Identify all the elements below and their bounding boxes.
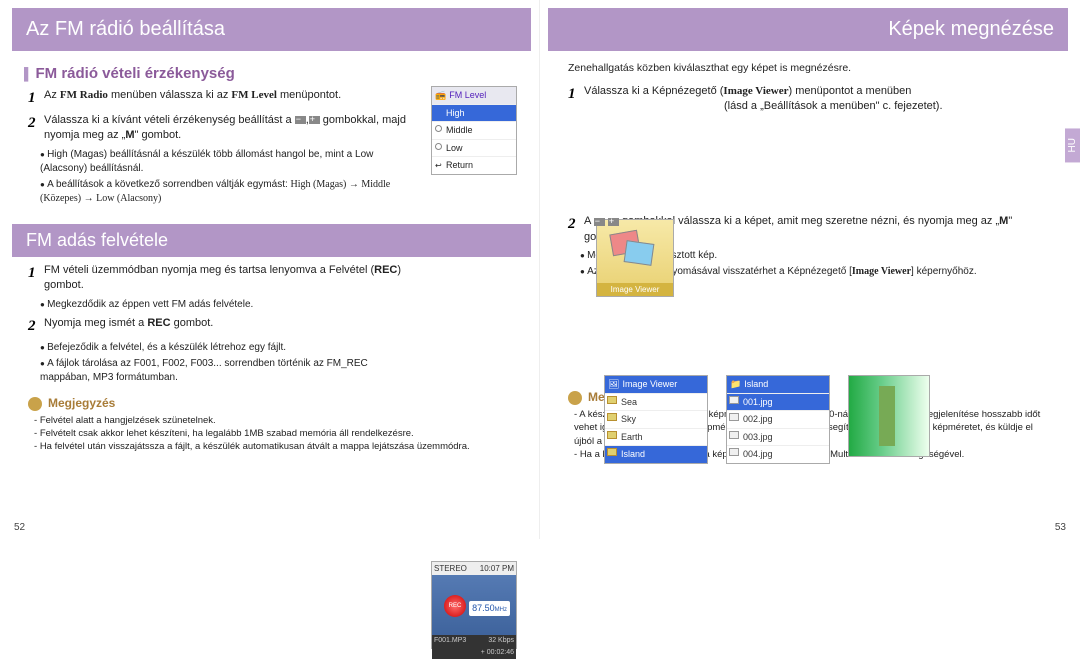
step-number: 1 [28, 88, 44, 109]
rec-freq: 87.50MHz [469, 601, 510, 616]
recording-screen: STEREO 10:07 PM REC 87.50MHz F001.MP3 32 K… [431, 561, 517, 649]
file-icon [729, 431, 739, 439]
bullet: High (Magas) beállításnál a készülék töb… [40, 148, 419, 176]
stereo-label: STEREO [434, 563, 467, 574]
browser-folders: 🖼Image Viewer Sea Sky Earth Island [604, 375, 708, 464]
step-text: Válassza ki a Képnézegető (Image Viewer)… [584, 84, 1050, 115]
folder-row: Sea [605, 393, 707, 411]
step-number: 2 [28, 316, 44, 337]
radio-dot-icon [435, 125, 442, 132]
rec-step-1: 1 FM vételi üzemmódban nyomja meg és tar… [28, 263, 519, 294]
step-number: 2 [568, 214, 584, 245]
bullet: A fájlok tárolása az F001, F002, F003...… [40, 357, 419, 385]
title-left: Az FM rádió beállítása [8, 8, 531, 51]
bullet: Befejeződik a felvétel, és a készülék lé… [40, 341, 419, 355]
note-item: Felvétel alatt a hangjelzések szünetelne… [34, 414, 519, 427]
rec-footer: F001.MP3 32 Kbps [432, 635, 516, 647]
subtitle-fm-record: FM adás felvétele [8, 224, 531, 257]
file-icon [729, 448, 739, 456]
rec-elapsed-row: + 00:02:46 [432, 647, 516, 659]
section-fm-sensitivity: FM rádió vételi érzékenység [0, 59, 539, 86]
return-icon: ↩ [435, 160, 442, 171]
minus-key-icon [594, 218, 605, 226]
folder-row-selected: Island [605, 445, 707, 463]
screen-title: FM Level [449, 89, 486, 102]
screen-header: 📻FM Level [432, 87, 516, 104]
img-step-1: 1 Válassza ki a Képnézegető (Image Viewe… [568, 84, 1050, 115]
rec-body: REC 87.50MHz [432, 575, 516, 635]
folder-icon: 📁 [730, 378, 741, 391]
page-number-left: 52 [14, 522, 25, 533]
rec-file: F001.MP3 [434, 636, 466, 646]
rec-kbps: 32 Kbps [488, 636, 514, 646]
page-number-right: 53 [1055, 522, 1066, 533]
note-list: Felvétel alatt a hangjelzések szünetelne… [28, 414, 519, 454]
opt-middle: Middle [432, 121, 516, 139]
bullets: Megkezdődik az éppen vett FM adás felvét… [28, 298, 519, 312]
opt-label: High [446, 108, 465, 118]
bullet: Megkezdődik az éppen vett FM adás felvét… [40, 298, 419, 312]
folder-row: Sky [605, 410, 707, 428]
plus-key-icon [608, 218, 619, 226]
intro-text: Zenehallgatás közben kiválaszthat egy ké… [568, 61, 1050, 76]
note-label: Megjegyzés [48, 395, 115, 412]
clock-label: 10:07 PM [480, 563, 514, 574]
folder-row: Earth [605, 428, 707, 446]
file-icon [729, 413, 739, 421]
plus-key-icon [309, 116, 320, 124]
folder-icon [607, 431, 617, 439]
minus-key-icon [295, 116, 306, 124]
content-fm-record: STEREO10:07 PM REC 87.50MHz F001.MP332 K… [0, 261, 539, 453]
rec-top-bar: STEREO 10:07 PM [432, 562, 516, 575]
rec-step-2: 2 Nyomja meg ismét a REC gombot. [28, 316, 519, 337]
browser-header: 📁Island [727, 376, 829, 393]
radio-icon: 📻 [435, 89, 446, 102]
opt-label: Middle [446, 125, 473, 135]
opt-return: ↩ Return [432, 156, 516, 174]
browser-title: Island [744, 378, 768, 391]
folder-icon [607, 413, 617, 421]
content-images: Zenehallgatás közben kiválaszthat egy ké… [540, 59, 1080, 479]
file-row: 003.jpg [727, 428, 829, 446]
note-item: Ha felvétel után visszajátssza a fájlt, … [34, 440, 519, 453]
rec-icon: REC [444, 595, 466, 617]
note-item: Felvételt csak akkor lehet készíteni, ha… [34, 427, 519, 440]
file-icon [729, 396, 739, 404]
content-fm-sensitivity: 📻FM Level High Middle Low ↩Return 1 Az F… [0, 86, 539, 216]
viewer-icon: 🖼 [608, 378, 619, 391]
step-text: Nyomja meg ismét a REC gombot. [44, 316, 519, 337]
thumb-label: Image Viewer [597, 283, 673, 296]
image-viewer-thumb: Image Viewer [596, 219, 674, 297]
stacked-photos-icon [611, 232, 661, 276]
note-icon [28, 397, 42, 411]
folder-icon [607, 448, 617, 456]
opt-label: Return [446, 160, 473, 170]
opt-low: Low [432, 139, 516, 157]
opt-high: High [432, 104, 516, 122]
browser-title: Image Viewer [622, 378, 677, 391]
bullets: Befejeződik a felvétel, és a készülék lé… [28, 341, 519, 385]
fm-level-screen: 📻FM Level High Middle Low ↩ Return [431, 86, 517, 175]
note-icon [568, 391, 582, 405]
page-right: Képek megnézése HU Zenehallgatás közben … [540, 0, 1080, 539]
radio-dot-icon [435, 143, 442, 150]
folder-icon [607, 396, 617, 404]
step-number: 1 [28, 263, 44, 294]
opt-label: Low [446, 143, 463, 153]
step-number: 2 [28, 113, 44, 144]
note-heading: Megjegyzés [28, 389, 519, 414]
step-number: 1 [568, 84, 584, 115]
step-text: FM vételi üzemmódban nyomja meg és tarts… [44, 263, 519, 294]
file-row: 004.jpg [727, 445, 829, 463]
browser-header: 🖼Image Viewer [605, 376, 707, 393]
bullet: A beállítások a következő sorrendben vál… [40, 178, 419, 206]
photo-preview [848, 375, 930, 457]
title-right: Képek megnézése [548, 8, 1072, 51]
browser-files: 📁Island 001.jpg 002.jpg 003.jpg 004.jpg [726, 375, 830, 464]
file-row-selected: 001.jpg [727, 393, 829, 411]
page-left: Az FM rádió beállítása FM rádió vételi é… [0, 0, 540, 539]
radio-dot-icon [435, 108, 442, 115]
rec-elapsed: + 00:02:46 [481, 648, 514, 658]
file-row: 002.jpg [727, 410, 829, 428]
